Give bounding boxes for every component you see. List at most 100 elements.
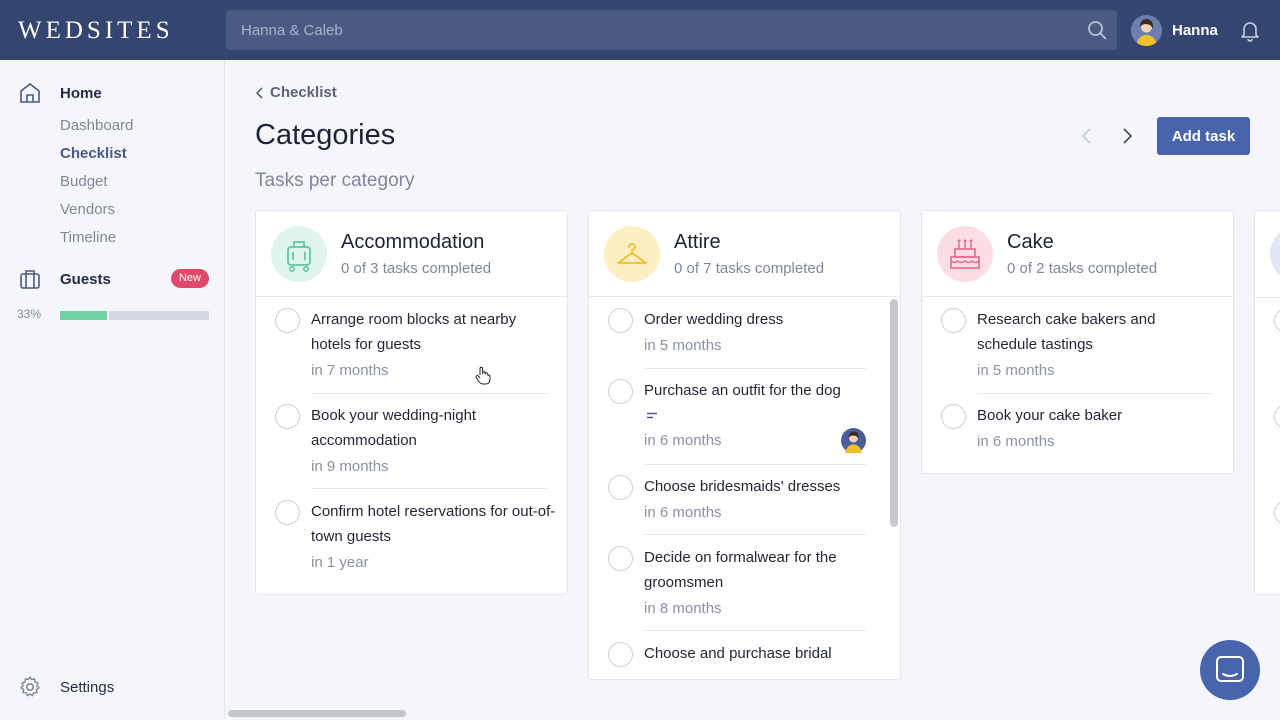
task-due: in 7 months: [311, 362, 389, 379]
task-checkbox[interactable]: [608, 379, 633, 404]
divider: [644, 464, 866, 465]
notes-icon: [647, 412, 657, 419]
divider: [644, 368, 866, 369]
hand-cursor-icon: [475, 366, 491, 385]
task-due: in 6 months: [644, 504, 722, 521]
chevron-left-icon: [255, 86, 263, 99]
user-menu[interactable]: Hanna: [1131, 14, 1218, 46]
progress-fill: [60, 311, 110, 320]
page-title: Categories: [255, 119, 396, 151]
task-title: Decide on formalwear for the groomsmen: [644, 549, 837, 591]
sidebar-item-checklist[interactable]: Checklist: [60, 145, 127, 162]
task-title: Book your cake baker: [977, 407, 1123, 424]
task-checkbox[interactable]: [608, 642, 633, 667]
category-title: Attire: [674, 231, 721, 253]
task-title: Research cake bakers and schedule tastin…: [977, 311, 1156, 353]
sidebar-item-budget[interactable]: Budget: [60, 173, 108, 190]
app-logo[interactable]: WEDSITES: [18, 17, 174, 45]
task-checkbox[interactable]: [275, 308, 300, 333]
divider: [977, 393, 1214, 394]
search-box[interactable]: [226, 10, 1117, 50]
home-icon: [20, 83, 40, 103]
category-icon-circle: [1270, 226, 1280, 282]
task-checkbox[interactable]: [941, 404, 966, 429]
divider: [1255, 297, 1280, 298]
sidebar-item-label: Guests: [60, 270, 111, 288]
sidebar-item-dashboard[interactable]: Dashboard: [60, 117, 133, 134]
task-title: Book your wedding-night accommodation: [311, 407, 477, 449]
next-arrow-icon[interactable]: [1117, 126, 1137, 146]
add-task-button[interactable]: Add task: [1157, 117, 1250, 155]
hanger-icon: [617, 243, 647, 264]
task-due: in 5 months: [977, 362, 1055, 379]
card-header[interactable]: Accommodation 0 of 3 tasks completed: [256, 211, 567, 297]
category-icon-circle: [937, 226, 993, 282]
task-checkbox[interactable]: [275, 404, 300, 429]
card-header[interactable]: Cake 0 of 2 tasks completed: [922, 211, 1233, 297]
sidebar-item-label: Home: [60, 84, 102, 102]
luggage-cart-icon: [287, 241, 311, 272]
notification-bell-icon[interactable]: [1238, 18, 1262, 42]
task-checkbox[interactable]: [608, 546, 633, 571]
chat-icon: [1216, 656, 1244, 682]
task-title: Choose and purchase bridal: [644, 645, 832, 662]
category-title: Accommodation: [341, 231, 485, 253]
page-subtitle: Tasks per category: [255, 170, 415, 191]
category-icon-circle: [271, 226, 327, 282]
task-due: in 6 months: [977, 433, 1055, 450]
divider: [311, 393, 548, 394]
search-input[interactable]: [226, 10, 1076, 50]
new-badge: New: [171, 269, 209, 288]
divider: [644, 630, 866, 631]
task-checkbox[interactable]: [608, 308, 633, 333]
previous-arrow-icon[interactable]: [1077, 126, 1097, 146]
task-checkbox[interactable]: [941, 308, 966, 333]
category-card-accommodation: Accommodation 0 of 3 tasks completed Arr…: [255, 210, 568, 595]
assignee-avatar[interactable]: [841, 428, 866, 453]
sidebar-item-timeline[interactable]: Timeline: [60, 229, 116, 246]
guests-icon: [20, 270, 40, 289]
task-due: in 9 months: [311, 458, 389, 475]
card-header[interactable]: Attire 0 of 7 tasks completed: [589, 211, 900, 297]
sidebar-item-settings[interactable]: Settings: [0, 673, 225, 701]
task-title: Order wedding dress: [644, 311, 784, 328]
task-title: Choose bridesmaids' dresses: [644, 478, 841, 495]
user-name[interactable]: Hanna: [1172, 22, 1218, 39]
top-bar: WEDSITES Hanna: [0, 0, 1280, 60]
task-checkbox[interactable]: [1274, 500, 1280, 525]
sidebar-item-vendors[interactable]: Vendors: [60, 201, 115, 218]
category-icon-circle: [604, 226, 660, 282]
back-to-checklist-link[interactable]: Checklist: [255, 84, 337, 101]
divider: [311, 488, 548, 489]
card-scrollbar[interactable]: [890, 299, 898, 527]
category-count: 0 of 2 tasks completed: [1007, 260, 1158, 277]
task-due: in 1 year: [311, 554, 369, 571]
category-card-cake: Cake 0 of 2 tasks completed Research cak…: [921, 210, 1234, 474]
divider: [644, 534, 866, 535]
task-checkbox[interactable]: [275, 500, 300, 525]
category-count: 0 of 3 tasks completed: [341, 260, 492, 277]
chat-launcher-button[interactable]: [1200, 640, 1260, 700]
search-icon[interactable]: [1087, 20, 1107, 40]
task-title: Arrange room blocks at nearby hotels for…: [311, 311, 517, 353]
progress-bar: [60, 311, 209, 320]
category-title: Cake: [1007, 231, 1054, 253]
task-checkbox[interactable]: [1274, 404, 1280, 429]
gear-icon: [20, 676, 40, 697]
task-due: in 5 months: [644, 337, 722, 354]
category-card-next: [1254, 210, 1280, 595]
task-checkbox[interactable]: [1274, 308, 1280, 333]
task-due: in 6 months: [644, 432, 722, 449]
horizontal-scrollbar[interactable]: [225, 705, 1280, 720]
cake-icon: [950, 239, 980, 269]
sidebar-item-home[interactable]: Home: [0, 79, 225, 107]
category-count: 0 of 7 tasks completed: [674, 260, 825, 277]
scrollbar-thumb[interactable]: [228, 710, 406, 717]
progress-percent: 33%: [17, 307, 42, 321]
task-title: Purchase an outfit for the dog: [644, 382, 841, 399]
category-card-attire: Attire 0 of 7 tasks completed Order wedd…: [588, 210, 901, 680]
task-checkbox[interactable]: [608, 475, 633, 500]
avatar[interactable]: [1131, 14, 1162, 46]
sidebar-item-label: Settings: [60, 678, 115, 696]
task-title: Confirm hotel reservations for out-of-to…: [311, 503, 556, 545]
